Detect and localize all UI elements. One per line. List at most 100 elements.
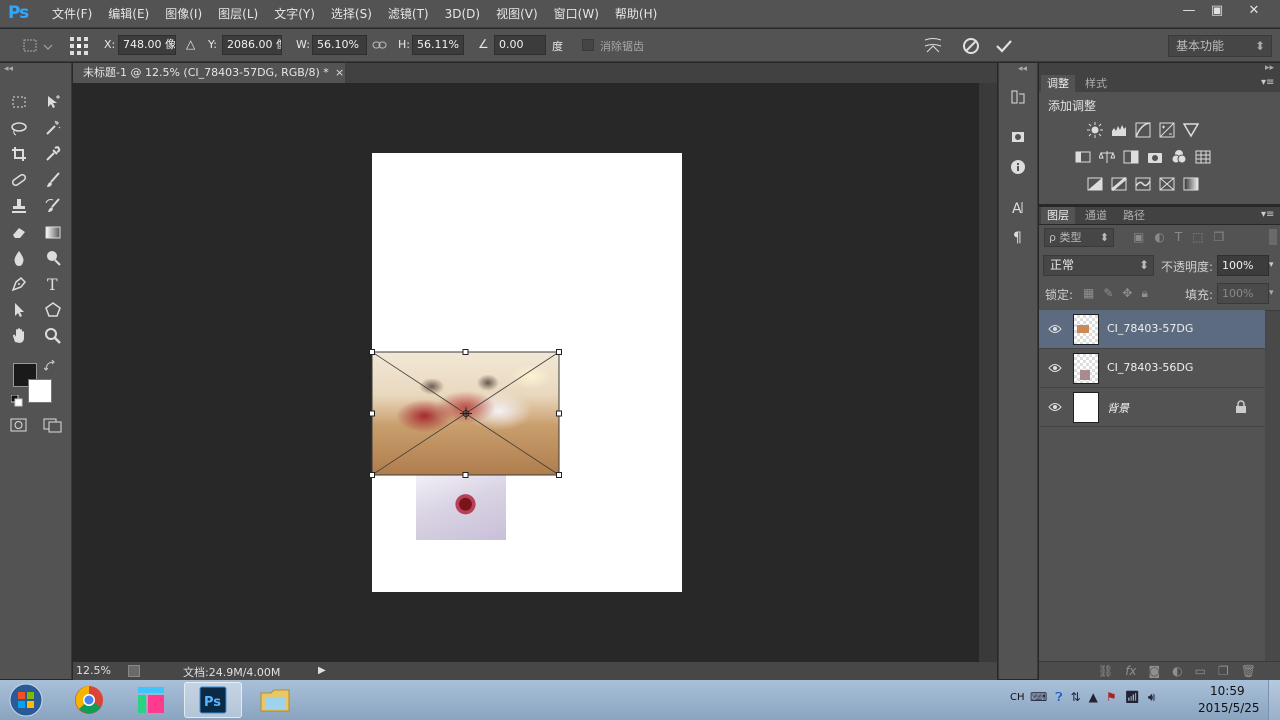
info-panel-icon[interactable] bbox=[1008, 156, 1028, 178]
tab-layers[interactable]: 图层 bbox=[1041, 207, 1075, 224]
healing-brush-icon[interactable] bbox=[6, 168, 32, 192]
screen-mode-icon[interactable] bbox=[42, 417, 64, 433]
black-white-icon[interactable] bbox=[1121, 147, 1141, 167]
opacity-input[interactable]: 100% bbox=[1217, 255, 1269, 276]
panel-menu-icon[interactable]: ▾≡ bbox=[1261, 77, 1274, 88]
fill-input[interactable]: 100% bbox=[1217, 283, 1269, 304]
lock-all-icon[interactable]: 🔒︎ bbox=[1141, 286, 1147, 301]
layer-row-background[interactable]: 背景 bbox=[1039, 388, 1265, 427]
dock-collapse-icon[interactable]: ▸▸ bbox=[1265, 63, 1274, 73]
menu-3d[interactable]: 3D(D) bbox=[439, 0, 486, 28]
gradient-tool-icon[interactable] bbox=[40, 220, 66, 244]
workspace-select[interactable]: 基本功能 ⬍ bbox=[1168, 35, 1272, 57]
status-menu-arrow-icon[interactable]: ▶ bbox=[318, 665, 326, 676]
taskbar-chrome-icon[interactable] bbox=[60, 682, 118, 718]
layers-scrollbar[interactable] bbox=[1265, 311, 1280, 661]
network-icon[interactable]: 📶︎ bbox=[1125, 690, 1140, 705]
menu-edit[interactable]: 编辑(E) bbox=[102, 0, 155, 28]
tray-menu-icon[interactable]: ⇅ bbox=[1071, 690, 1081, 705]
minimize-button[interactable]: — bbox=[1174, 0, 1204, 20]
default-colors-icon[interactable] bbox=[11, 395, 23, 407]
filter-smart-object-icon[interactable]: ❐ bbox=[1214, 230, 1225, 244]
levels-icon[interactable] bbox=[1109, 120, 1129, 140]
filter-pixel-icon[interactable]: ▣ bbox=[1133, 230, 1144, 244]
show-desktop-button[interactable] bbox=[1268, 680, 1280, 720]
commit-transform-icon[interactable] bbox=[994, 36, 1014, 56]
gradient-map-icon[interactable] bbox=[1181, 174, 1201, 194]
curves-icon[interactable] bbox=[1133, 120, 1153, 140]
close-button[interactable]: ✕ bbox=[1232, 0, 1276, 20]
clock-time[interactable]: 10:59 bbox=[1210, 684, 1245, 698]
hue-saturation-icon[interactable] bbox=[1073, 147, 1093, 167]
lock-pixels-icon[interactable]: ✎ bbox=[1103, 286, 1113, 301]
bouquet-photo-layer[interactable] bbox=[416, 475, 506, 540]
marquee-tool-icon[interactable] bbox=[6, 90, 32, 114]
filter-adjustment-icon[interactable]: ◐ bbox=[1154, 230, 1164, 244]
status-export-icon[interactable] bbox=[128, 665, 140, 677]
quick-mask-icon[interactable] bbox=[9, 417, 29, 433]
layer-row-56dg[interactable]: CI_78403-56DG bbox=[1039, 349, 1265, 388]
menu-help[interactable]: 帮助(H) bbox=[609, 0, 663, 28]
magic-wand-icon[interactable] bbox=[40, 116, 66, 140]
new-layer-icon[interactable]: ❐ bbox=[1218, 662, 1229, 680]
eraser-tool-icon[interactable] bbox=[6, 220, 32, 244]
lasso-tool-icon[interactable] bbox=[6, 116, 32, 140]
tab-adjustments[interactable]: 调整 bbox=[1041, 75, 1075, 92]
transform-bounding-box[interactable] bbox=[366, 346, 565, 481]
blend-mode-select[interactable]: 正常 ⬍ bbox=[1043, 255, 1154, 276]
angle-input[interactable]: 0.00 bbox=[494, 35, 546, 55]
visibility-eye-icon[interactable] bbox=[1048, 362, 1062, 374]
path-selection-icon[interactable] bbox=[6, 298, 32, 322]
menu-file[interactable]: 文件(F) bbox=[46, 0, 98, 28]
hand-tool-icon[interactable] bbox=[6, 324, 32, 348]
width-input[interactable]: 56.10% bbox=[312, 35, 367, 55]
menu-type[interactable]: 文字(Y) bbox=[268, 0, 321, 28]
menu-layer[interactable]: 图层(L) bbox=[212, 0, 264, 28]
cancel-transform-icon[interactable] bbox=[961, 36, 981, 56]
tab-close-icon[interactable]: × bbox=[335, 63, 344, 83]
taskbar-explorer-icon[interactable] bbox=[246, 682, 304, 718]
link-layers-icon[interactable]: ⛓ bbox=[1098, 662, 1113, 680]
photo-filter-icon[interactable] bbox=[1145, 147, 1165, 167]
filter-shape-icon[interactable]: ⬚ bbox=[1192, 230, 1203, 244]
menu-image[interactable]: 图像(I) bbox=[159, 0, 208, 28]
posterize-icon[interactable] bbox=[1109, 174, 1129, 194]
add-mask-icon[interactable]: ◙ bbox=[1149, 662, 1161, 680]
new-adjustment-icon[interactable]: ◐ bbox=[1172, 662, 1182, 680]
clone-stamp-icon[interactable] bbox=[6, 194, 32, 218]
document-tab[interactable]: 未标题-1 @ 12.5% (CI_78403-57DG, RGB/8) * × bbox=[73, 63, 345, 83]
x-input[interactable]: 748.00 像素 bbox=[118, 35, 176, 55]
vertical-scrollbar[interactable] bbox=[979, 83, 997, 662]
lock-transparent-icon[interactable]: ▦ bbox=[1083, 286, 1094, 301]
menu-view[interactable]: 视图(V) bbox=[490, 0, 544, 28]
color-balance-icon[interactable] bbox=[1097, 147, 1117, 167]
background-color-swatch[interactable] bbox=[28, 379, 52, 403]
zoom-level[interactable]: 12.5% bbox=[76, 664, 111, 677]
zoom-tool-icon[interactable] bbox=[40, 324, 66, 348]
lock-position-icon[interactable]: ✥ bbox=[1122, 286, 1132, 301]
input-language[interactable]: CH bbox=[1010, 692, 1025, 703]
height-input[interactable]: 56.11% bbox=[412, 35, 464, 55]
invert-icon[interactable] bbox=[1085, 174, 1105, 194]
threshold-icon[interactable] bbox=[1133, 174, 1153, 194]
opacity-dropdown-icon[interactable]: ▾ bbox=[1269, 255, 1279, 276]
history-panel-icon[interactable] bbox=[1008, 86, 1028, 108]
character-panel-icon[interactable]: A bbox=[1008, 196, 1028, 218]
menu-select[interactable]: 选择(S) bbox=[325, 0, 378, 28]
type-tool-icon[interactable]: T bbox=[40, 272, 66, 296]
properties-panel-icon[interactable] bbox=[1008, 126, 1028, 148]
dodge-tool-icon[interactable] bbox=[40, 246, 66, 270]
taskbar-photoshop-icon[interactable]: Ps bbox=[184, 682, 242, 718]
antialias-checkbox[interactable] bbox=[582, 39, 594, 51]
tab-channels[interactable]: 通道 bbox=[1079, 207, 1113, 224]
reference-point-icon[interactable] bbox=[68, 35, 90, 57]
warp-mode-icon[interactable] bbox=[922, 36, 944, 56]
restore-button[interactable]: ▣ bbox=[1202, 0, 1232, 20]
new-group-icon[interactable]: ▭ bbox=[1195, 662, 1206, 680]
y-input[interactable]: 2086.00 像素 bbox=[222, 35, 282, 55]
layers-panel-menu-icon[interactable]: ▾≡ bbox=[1261, 209, 1274, 220]
blur-tool-icon[interactable] bbox=[6, 246, 32, 270]
tab-styles[interactable]: 样式 bbox=[1079, 75, 1113, 92]
fill-dropdown-icon[interactable]: ▾ bbox=[1269, 283, 1279, 304]
volume-icon[interactable]: 🔊︎ bbox=[1148, 690, 1156, 705]
